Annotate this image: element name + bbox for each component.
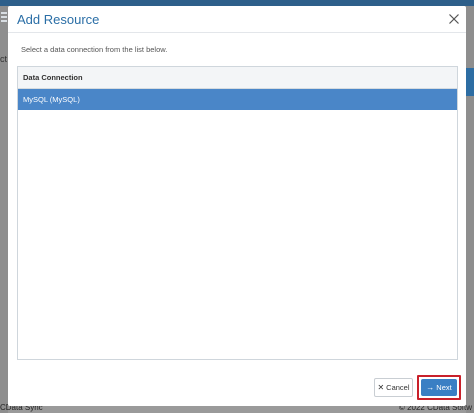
list-column-header: Data Connection xyxy=(18,67,457,89)
arrow-right-icon: → xyxy=(426,383,435,392)
cancel-button[interactable]: ✕ Cancel xyxy=(374,378,413,397)
close-icon: ✕ xyxy=(377,383,385,392)
app-right-edge xyxy=(466,6,474,413)
next-button[interactable]: → Next xyxy=(421,379,457,396)
data-connection-list: Data Connection MySQL (MySQL) xyxy=(17,66,458,360)
app-left-edge: ct xyxy=(0,6,8,413)
dialog-footer: ✕ Cancel → Next xyxy=(8,374,466,400)
list-item-mysql[interactable]: MySQL (MySQL) xyxy=(18,89,457,110)
add-resource-dialog: Add Resource Select a data connection fr… xyxy=(8,6,466,406)
menu-icon xyxy=(1,12,7,22)
next-button-highlight: → Next xyxy=(417,375,461,400)
cancel-label: Cancel xyxy=(386,383,410,392)
next-label: Next xyxy=(436,383,452,392)
dialog-instruction: Select a data connection from the list b… xyxy=(21,45,168,54)
close-icon xyxy=(449,14,459,24)
close-button[interactable] xyxy=(448,13,460,25)
dialog-header: Add Resource xyxy=(8,6,466,33)
background-text-fragment: ct xyxy=(0,54,8,64)
background-button-fragment xyxy=(466,68,474,96)
dialog-title: Add Resource xyxy=(17,12,100,27)
